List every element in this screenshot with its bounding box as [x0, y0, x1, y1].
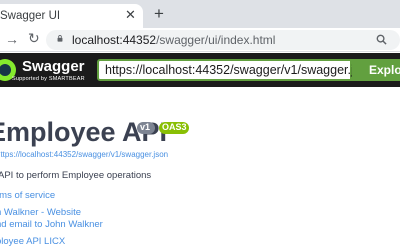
- forward-arrow-icon[interactable]: →: [5, 31, 19, 47]
- lock-icon[interactable]: [56, 35, 64, 42]
- swagger-logo-text: Swagger: [22, 58, 85, 75]
- license-link[interactable]: ployee API LICX: [0, 236, 65, 247]
- swagger-topbar: Swagger Supported by SMARTBEAR https://l…: [0, 53, 400, 87]
- oas-badge-label: OAS3: [162, 122, 187, 132]
- spec-url-input[interactable]: https://localhost:44352/swagger/v1/swagg…: [97, 59, 374, 81]
- explore-button[interactable]: Explore: [352, 59, 400, 81]
- version-badge-label: v1: [140, 122, 151, 132]
- spec-json-link[interactable]: https://localhost:44352/swagger/v1/swagg…: [0, 150, 168, 159]
- spec-url-value: https://localhost:44352/swagger/v1/swagg…: [105, 63, 374, 77]
- contact-email-link[interactable]: nd email to John Walkner: [0, 219, 103, 230]
- oas-badge: OAS3: [159, 122, 189, 134]
- url-host: localhost:44352: [72, 33, 157, 47]
- browser-tab[interactable]: Swagger UI ✕: [0, 4, 143, 28]
- new-tab-button[interactable]: +: [150, 4, 168, 24]
- browser-toolbar: → ↻ localhost:44352/swagger/ui/index.htm…: [0, 28, 400, 52]
- tab-title: Swagger UI: [0, 10, 61, 22]
- swagger-logo-subtitle: Supported by SMARTBEAR: [12, 76, 85, 82]
- browser-tabstrip: Swagger UI ✕ +: [0, 0, 400, 28]
- contact-website-link[interactable]: n Walkner - Website: [0, 207, 81, 218]
- search-icon[interactable]: [376, 33, 387, 48]
- reload-icon[interactable]: ↻: [28, 30, 40, 47]
- close-icon[interactable]: ✕: [125, 7, 136, 23]
- terms-of-service-link[interactable]: rms of service: [0, 190, 55, 201]
- api-description: API to perform Employee operations: [0, 170, 152, 181]
- version-badge: v1: [137, 122, 155, 134]
- explore-button-label: Explore: [369, 63, 400, 77]
- url-text[interactable]: localhost:44352/swagger/ui/index.html: [72, 33, 275, 47]
- search-icon-glyph: [376, 34, 387, 45]
- url-path: /swagger/ui/index.html: [156, 33, 276, 47]
- address-bar[interactable]: localhost:44352/swagger/ui/index.html: [46, 30, 400, 50]
